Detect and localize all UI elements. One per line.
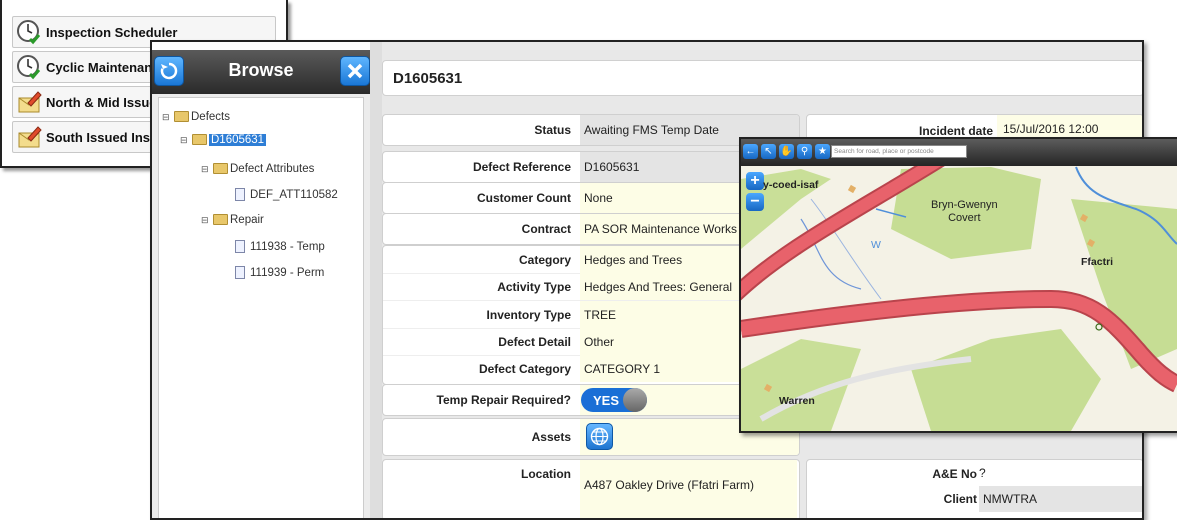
close-icon — [347, 63, 363, 79]
defect-reference-label: Defect Reference — [472, 160, 571, 174]
folder-icon — [174, 110, 189, 122]
back-button[interactable]: ← — [743, 144, 758, 159]
pan-button[interactable]: ✋ — [779, 144, 794, 159]
defect-detail-row: Defect Detail Other — [383, 328, 799, 356]
temp-repair-toggle[interactable]: YES — [581, 388, 647, 412]
folder-icon — [213, 213, 228, 225]
browse-panel: ⊟ Defects ⊟ D1605631 ⊟ Defect Attributes DE… — [152, 94, 370, 518]
tree-node-repair[interactable]: ⊟ Repair — [201, 213, 264, 226]
assets-button[interactable] — [586, 423, 613, 450]
temp-repair-row: Temp Repair Required? YES — [382, 384, 800, 416]
activity-type-label: Activity Type — [497, 280, 571, 294]
tree-node-defects[interactable]: ⊟ Defects — [162, 110, 230, 123]
ae-no-value[interactable]: ? — [979, 466, 986, 480]
marker-button[interactable]: ⚲ — [797, 144, 812, 159]
scheduler-item-label: North & Mid Issued — [46, 94, 165, 110]
map-window: ← ↖ ✋ ⚲ ★ Search for road, place or post… — [739, 137, 1177, 433]
tree-node-defect-attributes[interactable]: ⊟ Defect Attributes — [201, 162, 314, 175]
map-label-warren: Warren — [779, 395, 815, 407]
folder-icon — [213, 162, 228, 174]
scheduler-item-label: South Issued Insp — [46, 129, 158, 145]
defect-category-row: Defect Category CATEGORY 1 — [383, 355, 799, 382]
collapse-icon[interactable]: ⊟ — [180, 135, 190, 146]
ae-client-group: A&E No ? Client NMWTRA — [806, 459, 1142, 518]
inventory-type-label: Inventory Type — [486, 308, 571, 322]
category-row: Category Hedges and Trees — [383, 246, 799, 274]
page-title: D1605631 — [393, 70, 463, 87]
close-button[interactable] — [340, 56, 370, 86]
select-button[interactable]: ↖ — [761, 144, 776, 159]
collapse-icon[interactable]: ⊟ — [201, 215, 211, 226]
classification-group: Category Hedges and Trees Activity Type … — [382, 245, 800, 385]
client-value: NMWTRA — [979, 486, 1142, 512]
map-label-ffactri: Ffactri — [1081, 256, 1114, 268]
toggle-knob — [623, 388, 647, 412]
map-label-coed: y-coed-isaf — [763, 179, 819, 191]
folder-icon — [192, 133, 207, 145]
clock-check-icon — [17, 20, 41, 45]
defect-category-label: Defect Category — [478, 362, 571, 376]
tree-node-repair-temp[interactable]: 111938 - Temp — [235, 240, 325, 253]
contract-row: Contract PA SOR Maintenance Works ( — [382, 213, 800, 245]
map-label-water: W — [871, 239, 881, 251]
zoom-out-button[interactable]: − — [746, 193, 764, 211]
customer-count-label: Customer Count — [477, 191, 571, 205]
defect-detail-label: Defect Detail — [498, 335, 571, 349]
status-label: Status — [534, 123, 571, 137]
defect-reference-row: Defect Reference D1605631 — [382, 151, 800, 183]
activity-type-row: Activity Type Hedges And Trees: General — [383, 273, 799, 301]
inventory-type-row: Inventory Type TREE — [383, 301, 799, 329]
temp-repair-label: Temp Repair Required? — [436, 393, 571, 407]
incident-date-label: Incident date — [918, 124, 993, 138]
scheduler-item-label: Inspection Scheduler — [46, 24, 178, 40]
customer-count-row: Customer Count None — [382, 182, 800, 214]
tree-node-repair-perm[interactable]: 111939 - Perm — [235, 266, 324, 279]
status-row: Status Awaiting FMS Temp Date — [382, 114, 800, 146]
pin-icon: ⚲ — [800, 146, 809, 157]
tree-node-defect[interactable]: ⊟ D1605631 — [180, 133, 267, 146]
plus-icon: + — [750, 172, 760, 189]
collapse-icon[interactable]: ⊟ — [201, 164, 211, 175]
category-label: Category — [518, 253, 571, 267]
star-icon: ★ — [818, 146, 827, 157]
hand-icon: ✋ — [780, 146, 793, 157]
location-label: Location — [521, 467, 571, 481]
location-field[interactable]: A487 Oakley Drive (Ffatri Farm) — [580, 460, 797, 518]
arrow-left-icon: ← — [745, 146, 756, 157]
favourite-button[interactable]: ★ — [815, 144, 830, 159]
map-toolbar: ← ↖ ✋ ⚲ ★ Search for road, place or post… — [741, 139, 1177, 166]
minus-icon: − — [750, 193, 760, 210]
scheduler-item-label: Cyclic Maintenance — [46, 59, 167, 75]
assets-row: Assets — [382, 418, 800, 456]
browse-title: Browse — [228, 60, 294, 80]
document-icon — [235, 266, 245, 279]
envelope-pencil-icon — [18, 126, 42, 148]
document-icon — [235, 188, 245, 201]
clock-check-icon — [17, 55, 41, 80]
map-label-bryn-gwenyn: Bryn-Gwenyn Covert — [931, 199, 998, 224]
panel-divider[interactable] — [370, 42, 382, 518]
assets-label: Assets — [531, 430, 571, 444]
browse-header: Browse — [152, 50, 370, 94]
document-icon — [235, 240, 245, 253]
zoom-in-button[interactable]: + — [746, 172, 764, 190]
globe-icon — [590, 427, 609, 446]
envelope-pencil-icon — [18, 91, 42, 113]
collapse-icon[interactable]: ⊟ — [162, 112, 172, 123]
defect-tree: ⊟ Defects ⊟ D1605631 ⊟ Defect Attributes DE… — [158, 97, 364, 518]
location-row: Location A487 Oakley Drive (Ffatri Farm) — [382, 459, 800, 518]
map-search-input[interactable]: Search for road, place or postcode — [831, 145, 967, 158]
ae-no-label: A&E No — [932, 467, 977, 481]
client-label: Client — [943, 492, 977, 506]
pointer-icon: ↖ — [764, 146, 773, 157]
defect-header: D1605631 — [382, 60, 1142, 96]
toggle-label: YES — [593, 393, 620, 408]
tree-node-attribute[interactable]: DEF_ATT110582 — [235, 188, 338, 201]
contract-label: Contract — [521, 222, 571, 236]
